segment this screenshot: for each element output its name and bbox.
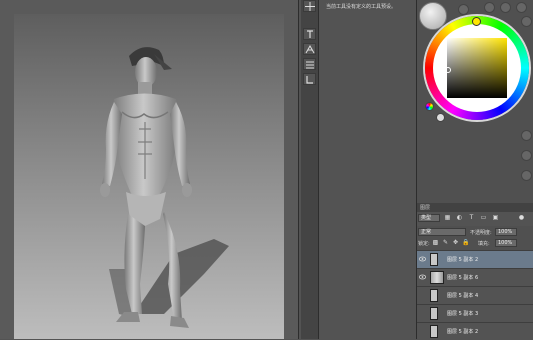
saturation-value-square[interactable] bbox=[447, 38, 507, 98]
brush-preset-icon[interactable] bbox=[500, 2, 511, 13]
layer-row[interactable]: 图层 5 副本 3 bbox=[417, 304, 533, 322]
brush-preset-icon[interactable] bbox=[458, 4, 469, 15]
background-color-swatch[interactable] bbox=[436, 113, 445, 122]
fill-input[interactable]: 100% bbox=[495, 239, 517, 247]
layer-name: 图层 5 副本 3 bbox=[447, 311, 479, 317]
opacity-input[interactable]: 100% bbox=[495, 228, 517, 236]
eye-icon[interactable] bbox=[419, 310, 426, 316]
layer-thumbnail bbox=[430, 271, 444, 284]
lock-position-icon[interactable]: ✥ bbox=[452, 239, 459, 246]
color-mode-icon[interactable] bbox=[425, 102, 434, 111]
lock-label: 锁定: bbox=[418, 241, 430, 247]
tool-presets-message: 当前工具没有定义的工具预设。 bbox=[326, 4, 397, 10]
filter-kind-select[interactable]: 类型 bbox=[418, 214, 440, 222]
layer-thumbnail bbox=[430, 307, 438, 320]
eye-icon[interactable] bbox=[419, 292, 426, 298]
layer-name: 图层 5 副本 2 bbox=[447, 329, 479, 335]
brush-preset-icon[interactable] bbox=[521, 16, 532, 27]
figure-illustration bbox=[100, 47, 229, 328]
layer-name: 图层 5 副本 6 bbox=[447, 275, 479, 281]
filter-pixel-icon[interactable]: ▦ bbox=[444, 214, 451, 221]
move-icon[interactable] bbox=[303, 0, 316, 12]
character-icon[interactable] bbox=[303, 43, 316, 55]
filter-shape-icon[interactable]: ▭ bbox=[480, 214, 487, 221]
divider bbox=[318, 0, 319, 339]
brush-preset-icon[interactable] bbox=[516, 2, 527, 13]
adjust-icon[interactable] bbox=[303, 58, 316, 70]
tool-presets-panel bbox=[320, 0, 416, 339]
eye-icon[interactable] bbox=[419, 256, 426, 262]
filter-toggle-icon[interactable]: ● bbox=[518, 214, 525, 221]
opacity-label: 不透明度: bbox=[470, 230, 492, 236]
lock-all-icon[interactable]: 🔒 bbox=[462, 239, 469, 246]
document-canvas[interactable] bbox=[14, 14, 284, 339]
divider bbox=[298, 0, 299, 339]
layer-row[interactable]: 图层 5 副本 2 bbox=[417, 250, 533, 268]
lock-transparent-icon[interactable]: ▩ bbox=[432, 239, 439, 246]
layers-tab-label: 图层 bbox=[420, 205, 431, 211]
layer-name: 图层 5 副本 4 bbox=[447, 293, 479, 299]
color-picker-marker[interactable] bbox=[445, 67, 451, 73]
filter-adjust-icon[interactable]: ◐ bbox=[456, 214, 463, 221]
layer-row[interactable]: 图层 5 副本 6 bbox=[417, 268, 533, 286]
eye-icon[interactable] bbox=[419, 274, 426, 280]
fill-label: 填充: bbox=[478, 241, 490, 247]
layer-thumbnail bbox=[430, 325, 438, 338]
brush-preset-icon[interactable] bbox=[521, 170, 532, 181]
filter-type-icon[interactable]: T bbox=[468, 214, 475, 221]
brush-preset-icon[interactable] bbox=[484, 2, 495, 13]
layer-thumbnail bbox=[430, 289, 438, 302]
brush-preset-icon[interactable] bbox=[521, 150, 532, 161]
lock-pixels-icon[interactable]: ✎ bbox=[442, 239, 449, 246]
history-icon[interactable] bbox=[303, 73, 316, 85]
brush-preview[interactable] bbox=[419, 2, 447, 30]
filter-smart-icon[interactable]: ▣ bbox=[492, 214, 499, 221]
layer-row[interactable]: 图层 5 副本 2 bbox=[417, 322, 533, 340]
layers-tab[interactable]: 图层 bbox=[417, 203, 533, 212]
layer-name: 图层 5 副本 2 bbox=[447, 257, 479, 263]
hue-marker[interactable] bbox=[472, 17, 481, 26]
layer-row[interactable]: 图层 5 副本 4 bbox=[417, 286, 533, 304]
eye-icon[interactable] bbox=[419, 328, 426, 334]
brush-preset-icon[interactable] bbox=[521, 130, 532, 141]
layer-thumbnail bbox=[430, 253, 438, 266]
blend-mode-select[interactable]: 正常 bbox=[418, 228, 466, 236]
paragraph-icon[interactable] bbox=[303, 28, 316, 40]
